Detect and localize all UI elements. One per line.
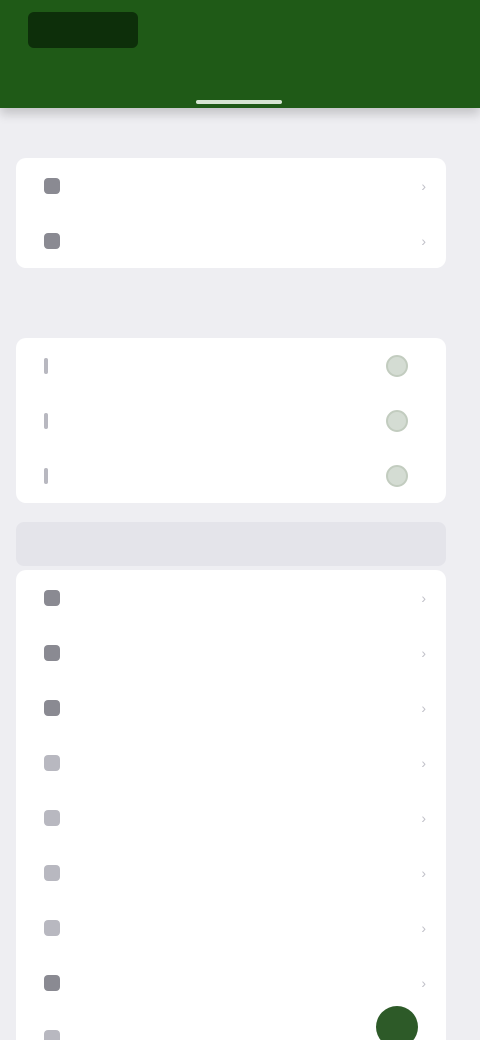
chevron-right-icon: › — [421, 232, 426, 249]
list-item-icon — [44, 754, 60, 771]
toggle-row — [16, 393, 446, 448]
app-header — [0, 0, 480, 108]
list-item-icon — [44, 974, 60, 991]
settings-row[interactable]: › — [16, 955, 446, 1010]
list-item-icon — [44, 864, 60, 881]
info-icon — [44, 232, 60, 249]
chevron-right-icon: › — [421, 809, 426, 826]
app-logo-icon[interactable] — [28, 12, 138, 48]
settings-row[interactable]: › — [16, 680, 446, 735]
list-item-icon — [44, 589, 60, 606]
phone-icon — [44, 467, 48, 484]
toggle-switch[interactable] — [386, 354, 408, 377]
toggle-row — [16, 448, 446, 503]
list-item-icon — [44, 809, 60, 826]
settings-row[interactable]: › — [16, 158, 446, 213]
chevron-right-icon: › — [421, 864, 426, 881]
chevron-right-icon: › — [421, 919, 426, 936]
section-card-2 — [16, 338, 446, 503]
account-icon — [44, 177, 60, 194]
tab-active[interactable] — [196, 78, 282, 100]
settings-row[interactable]: › — [16, 845, 446, 900]
bell-icon — [44, 357, 48, 374]
settings-row[interactable]: › — [16, 900, 446, 955]
section-card-3: › › › › › › › › — [16, 570, 446, 1040]
settings-row[interactable]: › — [16, 213, 446, 268]
toggle-switch[interactable] — [386, 464, 408, 487]
section-header-band — [16, 522, 446, 566]
chevron-right-icon: › — [421, 699, 426, 716]
toggle-switch[interactable] — [386, 409, 408, 432]
chevron-right-icon: › — [421, 177, 426, 194]
chevron-right-icon: › — [421, 974, 426, 991]
tab-left[interactable] — [26, 78, 50, 100]
toggle-row — [16, 338, 446, 393]
settings-row[interactable]: › — [16, 790, 446, 845]
tab-active-indicator — [196, 100, 282, 104]
floating-action-button[interactable] — [376, 1006, 418, 1040]
section-card-1: › › — [16, 158, 446, 268]
chevron-right-icon: › — [421, 754, 426, 771]
chevron-right-icon: › — [421, 644, 426, 661]
settings-row[interactable]: › — [16, 570, 446, 625]
settings-row[interactable]: › — [16, 735, 446, 790]
header-action-button[interactable] — [386, 20, 442, 34]
mail-icon — [44, 412, 48, 429]
list-item-icon — [44, 919, 60, 936]
list-item-icon — [44, 699, 60, 716]
chevron-right-icon: › — [421, 589, 426, 606]
settings-row[interactable]: › — [16, 625, 446, 680]
list-item-icon — [44, 644, 60, 661]
list-item-icon — [44, 1029, 60, 1040]
